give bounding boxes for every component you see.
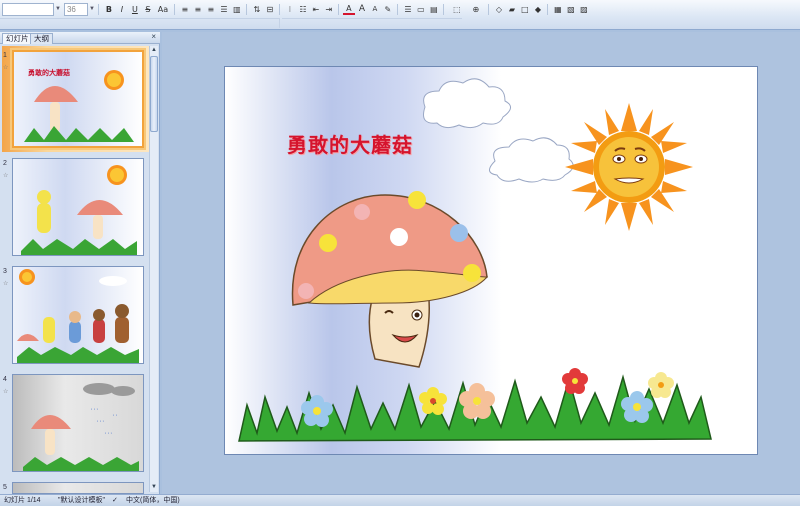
toolbar-separator bbox=[337, 3, 339, 15]
slide-count-status: 幻灯片 1/14 bbox=[4, 497, 41, 504]
toolbar-separator bbox=[546, 3, 548, 15]
sun-icon bbox=[565, 103, 693, 231]
status-bar: 幻灯片 1/14 "默认设计模板" ✓ 中文(简体，中国) bbox=[0, 494, 800, 506]
font-grow-button[interactable]: A bbox=[356, 3, 368, 15]
layout-icon[interactable]: ▤ bbox=[428, 3, 440, 15]
slide-thumbnail-4[interactable]: ' ' ' ' ' ' ' ' ' ' ' bbox=[12, 374, 144, 472]
slide-thumbnail-1[interactable]: 勇敢的大蘑菇 bbox=[12, 50, 144, 148]
ribbon-group-font bbox=[0, 18, 280, 28]
toolbar-separator bbox=[97, 3, 99, 15]
align-text-icon[interactable]: ⊟ bbox=[264, 3, 276, 15]
slide-number: 1 bbox=[3, 52, 7, 59]
toolbar-separator bbox=[245, 3, 247, 15]
svg-text:' ' ': ' ' ' bbox=[97, 421, 104, 427]
chevron-down-icon[interactable]: ▼ bbox=[89, 6, 95, 12]
slide-illustration bbox=[238, 78, 712, 442]
italic-button[interactable]: I bbox=[116, 3, 128, 15]
animation-icon: ☆ bbox=[3, 65, 9, 71]
slides-pane: 幻灯片 大纲 × 1 ☆ 勇敢的大蘑菇 2 ☆ 3 ☆ 4 ☆ ' ' ' ' … bbox=[0, 32, 160, 494]
shape-outline-icon[interactable]: □ bbox=[519, 3, 531, 15]
cloud-icon bbox=[423, 78, 511, 129]
cloud-icon bbox=[489, 137, 574, 183]
svg-text:' ': ' ' bbox=[113, 415, 117, 421]
slide-title[interactable]: 勇敢的大蘑菇 bbox=[287, 129, 413, 158]
align-right-icon[interactable]: ≡ bbox=[205, 3, 217, 15]
font-size-combo[interactable]: 36 bbox=[63, 2, 88, 16]
decrease-indent-icon[interactable]: ⇤ bbox=[310, 3, 322, 15]
language-status[interactable]: 中文(简体，中国) bbox=[126, 496, 180, 506]
arrange-icon[interactable]: ⊕ bbox=[467, 3, 485, 15]
tab-outline[interactable]: 大纲 bbox=[30, 33, 53, 44]
toolbar-separator bbox=[396, 3, 398, 15]
strikethrough-button[interactable]: S bbox=[142, 3, 154, 15]
text-direction-icon[interactable]: ⇅ bbox=[251, 3, 263, 15]
chevron-down-icon[interactable]: ▼ bbox=[55, 6, 61, 12]
slide-thumbnail-3[interactable] bbox=[12, 266, 144, 364]
scroll-up-icon[interactable]: ▲ bbox=[150, 46, 158, 54]
thumbnail-illustration bbox=[24, 70, 134, 142]
toolbar-separator bbox=[487, 3, 489, 15]
quick-styles-icon[interactable]: ◇ bbox=[493, 3, 505, 15]
font-shrink-button[interactable]: A bbox=[369, 3, 381, 15]
pane-tabs: 幻灯片 大纲 × bbox=[0, 32, 160, 44]
shape-fill-icon[interactable]: ▰ bbox=[506, 3, 518, 15]
new-slide-icon[interactable]: ▭ bbox=[415, 3, 427, 15]
underline-button[interactable]: U bbox=[129, 3, 141, 15]
bold-button[interactable]: B bbox=[103, 3, 115, 15]
animation-icon: ☆ bbox=[3, 389, 9, 395]
replace-icon[interactable]: ▧ bbox=[565, 3, 577, 15]
flower-icon bbox=[419, 387, 447, 415]
thumbnail-illustration bbox=[17, 269, 139, 363]
select-icon[interactable]: ▨ bbox=[578, 3, 590, 15]
ribbon-toolbar: ▼ 36 ▼ B I U S Aa ≡ ≡ ≡ ☰ ▥ ⇅ ⊟ ⁝ ☷ ⇤ ⇥ … bbox=[0, 0, 800, 30]
format-toolbar: ▼ 36 ▼ B I U S Aa ≡ ≡ ≡ ☰ ▥ ⇅ ⊟ ⁝ ☷ ⇤ ⇥ … bbox=[0, 2, 590, 16]
flower-icon bbox=[562, 368, 588, 394]
slide-thumbnail-5[interactable] bbox=[12, 482, 144, 494]
slide-number: 3 bbox=[3, 268, 7, 275]
slide-number: 5 bbox=[3, 484, 7, 491]
numbering-icon[interactable]: ☷ bbox=[297, 3, 309, 15]
animation-icon: ☆ bbox=[3, 173, 9, 179]
justify-icon[interactable]: ☰ bbox=[218, 3, 230, 15]
clear-format-icon[interactable]: ✎ bbox=[382, 3, 394, 15]
animation-icon: ☆ bbox=[3, 281, 9, 287]
toolbar-separator bbox=[173, 3, 175, 15]
increase-indent-icon[interactable]: ⇥ bbox=[323, 3, 335, 15]
shapes-icon[interactable]: ⬚ bbox=[448, 3, 466, 15]
slide-number: 4 bbox=[3, 376, 7, 383]
bullet-list-icon[interactable]: ☰ bbox=[402, 3, 414, 15]
font-name-combo[interactable] bbox=[2, 2, 54, 16]
thumbnail-scrollbar[interactable]: ▲ ▼ bbox=[149, 46, 158, 492]
ribbon-group-drawing bbox=[282, 18, 462, 28]
scroll-down-icon[interactable]: ▼ bbox=[150, 483, 158, 491]
thumbnail-illustration bbox=[21, 165, 137, 255]
theme-status[interactable]: "默认设计模板" bbox=[58, 496, 105, 506]
slide-thumbnail-2[interactable] bbox=[12, 158, 144, 256]
tab-slides[interactable]: 幻灯片 bbox=[2, 33, 33, 44]
svg-text:' ' ': ' ' ' bbox=[91, 409, 98, 415]
spellcheck-icon[interactable]: ✓ bbox=[112, 496, 118, 506]
slide-canvas[interactable]: 勇敢的大蘑菇 bbox=[224, 66, 758, 455]
thumbnail-illustration: ' ' '' ' '' ' '' ' bbox=[23, 383, 139, 471]
slide-number: 2 bbox=[3, 160, 7, 167]
close-icon[interactable]: × bbox=[151, 32, 156, 41]
flower-icon bbox=[648, 372, 674, 398]
find-icon[interactable]: ▦ bbox=[552, 3, 564, 15]
svg-text:' ' ': ' ' ' bbox=[105, 433, 112, 439]
align-center-icon[interactable]: ≡ bbox=[192, 3, 204, 15]
scrollbar-thumb[interactable] bbox=[150, 56, 158, 132]
toolbar-separator bbox=[278, 3, 280, 15]
shape-effects-icon[interactable]: ◆ bbox=[532, 3, 544, 15]
columns-icon[interactable]: ▥ bbox=[231, 3, 243, 15]
align-left-icon[interactable]: ≡ bbox=[179, 3, 191, 15]
flower-icon bbox=[301, 395, 333, 427]
char-spacing-button[interactable]: Aa bbox=[155, 3, 171, 15]
toolbar-separator bbox=[442, 3, 444, 15]
font-color-button[interactable]: A bbox=[342, 3, 355, 15]
mushroom-icon bbox=[291, 191, 489, 368]
bullets-icon[interactable]: ⁝ bbox=[284, 3, 296, 15]
